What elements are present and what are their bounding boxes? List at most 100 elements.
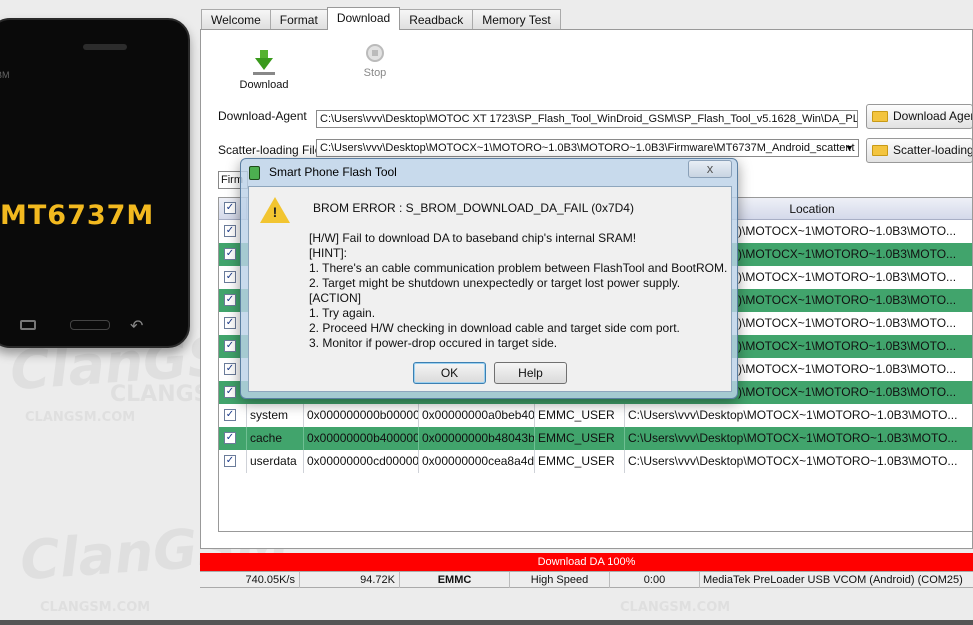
status-bar: 740.05K/s 94.72K EMMC High Speed 0:00 Me… [200,571,973,588]
scatter-file-select[interactable]: C:\Users\vvv\Desktop\MOTOCX~1\MOTORO~1.0… [316,139,859,157]
dialog-body: ! BROM ERROR : S_BROM_DOWNLOAD_DA_FAIL (… [248,186,732,392]
row-checkbox[interactable]: ✓ [224,455,236,467]
scatter-loading-button-label: Scatter-loading [893,143,973,157]
table-row[interactable]: ✓ system 0x000000000b000000 0x00000000a0beb… [219,404,972,427]
status-storage: EMMC [400,572,510,588]
location-cell: )\MOTOCX~1\MOTORO~1.0B3\MOTO... [738,362,957,376]
tab-format[interactable]: Format [269,9,328,30]
bottom-edge [0,620,973,625]
help-button[interactable]: Help [494,362,567,384]
phone-speaker [83,44,127,50]
error-message-line: [ACTION] [309,291,362,305]
error-message-line: 1. There's an cable communication proble… [309,261,728,275]
location-cell: )\MOTOCX~1\MOTORO~1.0B3\MOTO... [738,247,957,261]
download-agent-label: Download-Agent [218,109,307,123]
close-button[interactable]: x [688,160,732,178]
select-all-checkbox[interactable]: ✓ [224,202,236,214]
location-cell: C:\Users\vvv\Desktop\MOTOCX~1\MOTORO~1.0… [628,431,958,445]
row-checkbox[interactable]: ✓ [224,294,236,306]
location-cell: C:\Users\vvv\Desktop\MOTOCX~1\MOTORO~1.0… [628,454,958,468]
location-cell: )\MOTOCX~1\MOTORO~1.0B3\MOTO... [738,293,957,307]
row-checkbox[interactable]: ✓ [224,386,236,398]
phone-image: BM MT6737M ↶ [0,18,190,348]
row-checkbox[interactable]: ✓ [224,248,236,260]
folder-icon [872,145,888,156]
error-dialog: Smart Phone Flash Tool x ! BROM ERROR : … [240,158,738,399]
progress-bar: Download DA 100% [200,553,973,571]
row-checkbox[interactable]: ✓ [224,225,236,237]
location-cell: )\MOTOCX~1\MOTORO~1.0B3\MOTO... [738,270,957,284]
home-key-icon [70,320,110,330]
begin-address-cell: 0x000000000b000000 [304,404,419,427]
status-speed: 740.05K/s [200,572,300,588]
watermark-text: CLANGSM.COM [620,600,731,615]
tab-readback[interactable]: Readback [399,9,474,30]
folder-icon [872,111,888,122]
row-checkbox[interactable]: ✓ [224,271,236,283]
location-cell: )\MOTOCX~1\MOTORO~1.0B3\MOTO... [738,339,957,353]
download-agent-path[interactable]: C:\Users\vvv\Desktop\MOTOC XT 1723\SP_Fl… [316,110,858,128]
location-cell: )\MOTOCX~1\MOTORO~1.0B3\MOTO... [738,224,957,238]
progress-text: Download DA 100% [537,556,636,568]
location-cell: )\MOTOCX~1\MOTORO~1.0B3\MOTO... [738,385,957,399]
flash-tool-icon [249,166,260,180]
error-message-line: 3. Monitor if power-drop occured in targ… [309,336,558,350]
ok-button[interactable]: OK [413,362,486,384]
tab-welcome[interactable]: Welcome [201,9,271,30]
begin-address-cell: 0x00000000b4000000 [304,427,419,450]
location-header: Location [789,202,835,216]
download-agent-button-label: Download Agent [893,109,973,123]
stop-button-label: Stop [363,67,387,79]
status-mode: High Speed [510,572,610,588]
region-cell: EMMC_USER [535,427,625,450]
download-button-label: Download [239,79,289,91]
back-key-icon: ↶ [130,318,144,335]
begin-address-cell: 0x00000000cd000000 [304,450,419,473]
download-arrow-icon [236,44,292,75]
table-row[interactable]: ✓ cache 0x00000000b4000000 0x00000000b48043… [219,427,972,450]
download-agent-button[interactable]: Download Agent [866,104,973,129]
location-cell: C:\Users\vvv\Desktop\MOTOCX~1\MOTORO~1.0… [628,408,958,422]
download-button[interactable]: Download [236,44,292,91]
scatter-file-label: Scatter-loading File [218,143,322,157]
scatter-file-path: C:\Users\vvv\Desktop\MOTOCX~1\MOTORO~1.0… [320,142,855,154]
row-checkbox[interactable]: ✓ [224,363,236,375]
error-message: [H/W] Fail to download DA to baseband ch… [309,231,727,351]
location-cell: )\MOTOCX~1\MOTORO~1.0B3\MOTO... [738,316,957,330]
error-message-line: 2. Target might be shutdown unexpectedly… [309,276,681,290]
phone-brand: BM [0,70,10,80]
tab-bar: Welcome Format Download Readback Memory … [201,7,561,30]
dialog-titlebar[interactable]: Smart Phone Flash Tool x [241,159,737,185]
row-checkbox[interactable]: ✓ [224,317,236,329]
end-address-cell: 0x00000000cea8a4d7 [419,450,535,473]
error-message-line: 1. Try again. [309,306,376,320]
error-title: BROM ERROR : S_BROM_DOWNLOAD_DA_FAIL (0x… [313,201,634,215]
error-message-line: [H/W] Fail to download DA to baseband ch… [309,231,637,245]
table-row[interactable]: ✓ userdata 0x00000000cd000000 0x00000000cea… [219,450,972,473]
watermark-text: CLANGSM.COM [40,600,151,615]
row-checkbox[interactable]: ✓ [224,340,236,352]
chevron-down-icon[interactable]: ▼ [843,141,856,155]
status-size: 94.72K [300,572,400,588]
status-port: MediaTek PreLoader USB VCOM (Android) (C… [703,574,963,586]
status-time: 0:00 [610,572,700,588]
error-message-line: 2. Proceed H/W checking in download cabl… [309,321,680,335]
name-cell: system [247,404,304,427]
scatter-loading-button[interactable]: Scatter-loading [866,138,973,163]
end-address-cell: 0x00000000b48043b7 [419,427,535,450]
name-cell: cache [247,427,304,450]
dialog-title: Smart Phone Flash Tool [269,165,397,179]
region-cell: EMMC_USER [535,404,625,427]
end-address-cell: 0x00000000a0beb403 [419,404,535,427]
watermark-text: CLANGSM.COM [25,410,136,425]
region-cell: EMMC_USER [535,450,625,473]
phone-model-label: MT6737M [0,200,155,231]
error-message-line: [HINT]: [309,246,347,260]
stop-button[interactable]: Stop [355,44,395,79]
row-checkbox[interactable]: ✓ [224,432,236,444]
stop-icon [366,44,384,62]
tab-download[interactable]: Download [326,7,401,30]
row-checkbox[interactable]: ✓ [224,409,236,421]
tab-memory-test[interactable]: Memory Test [472,9,561,30]
menu-key-icon [20,320,36,330]
